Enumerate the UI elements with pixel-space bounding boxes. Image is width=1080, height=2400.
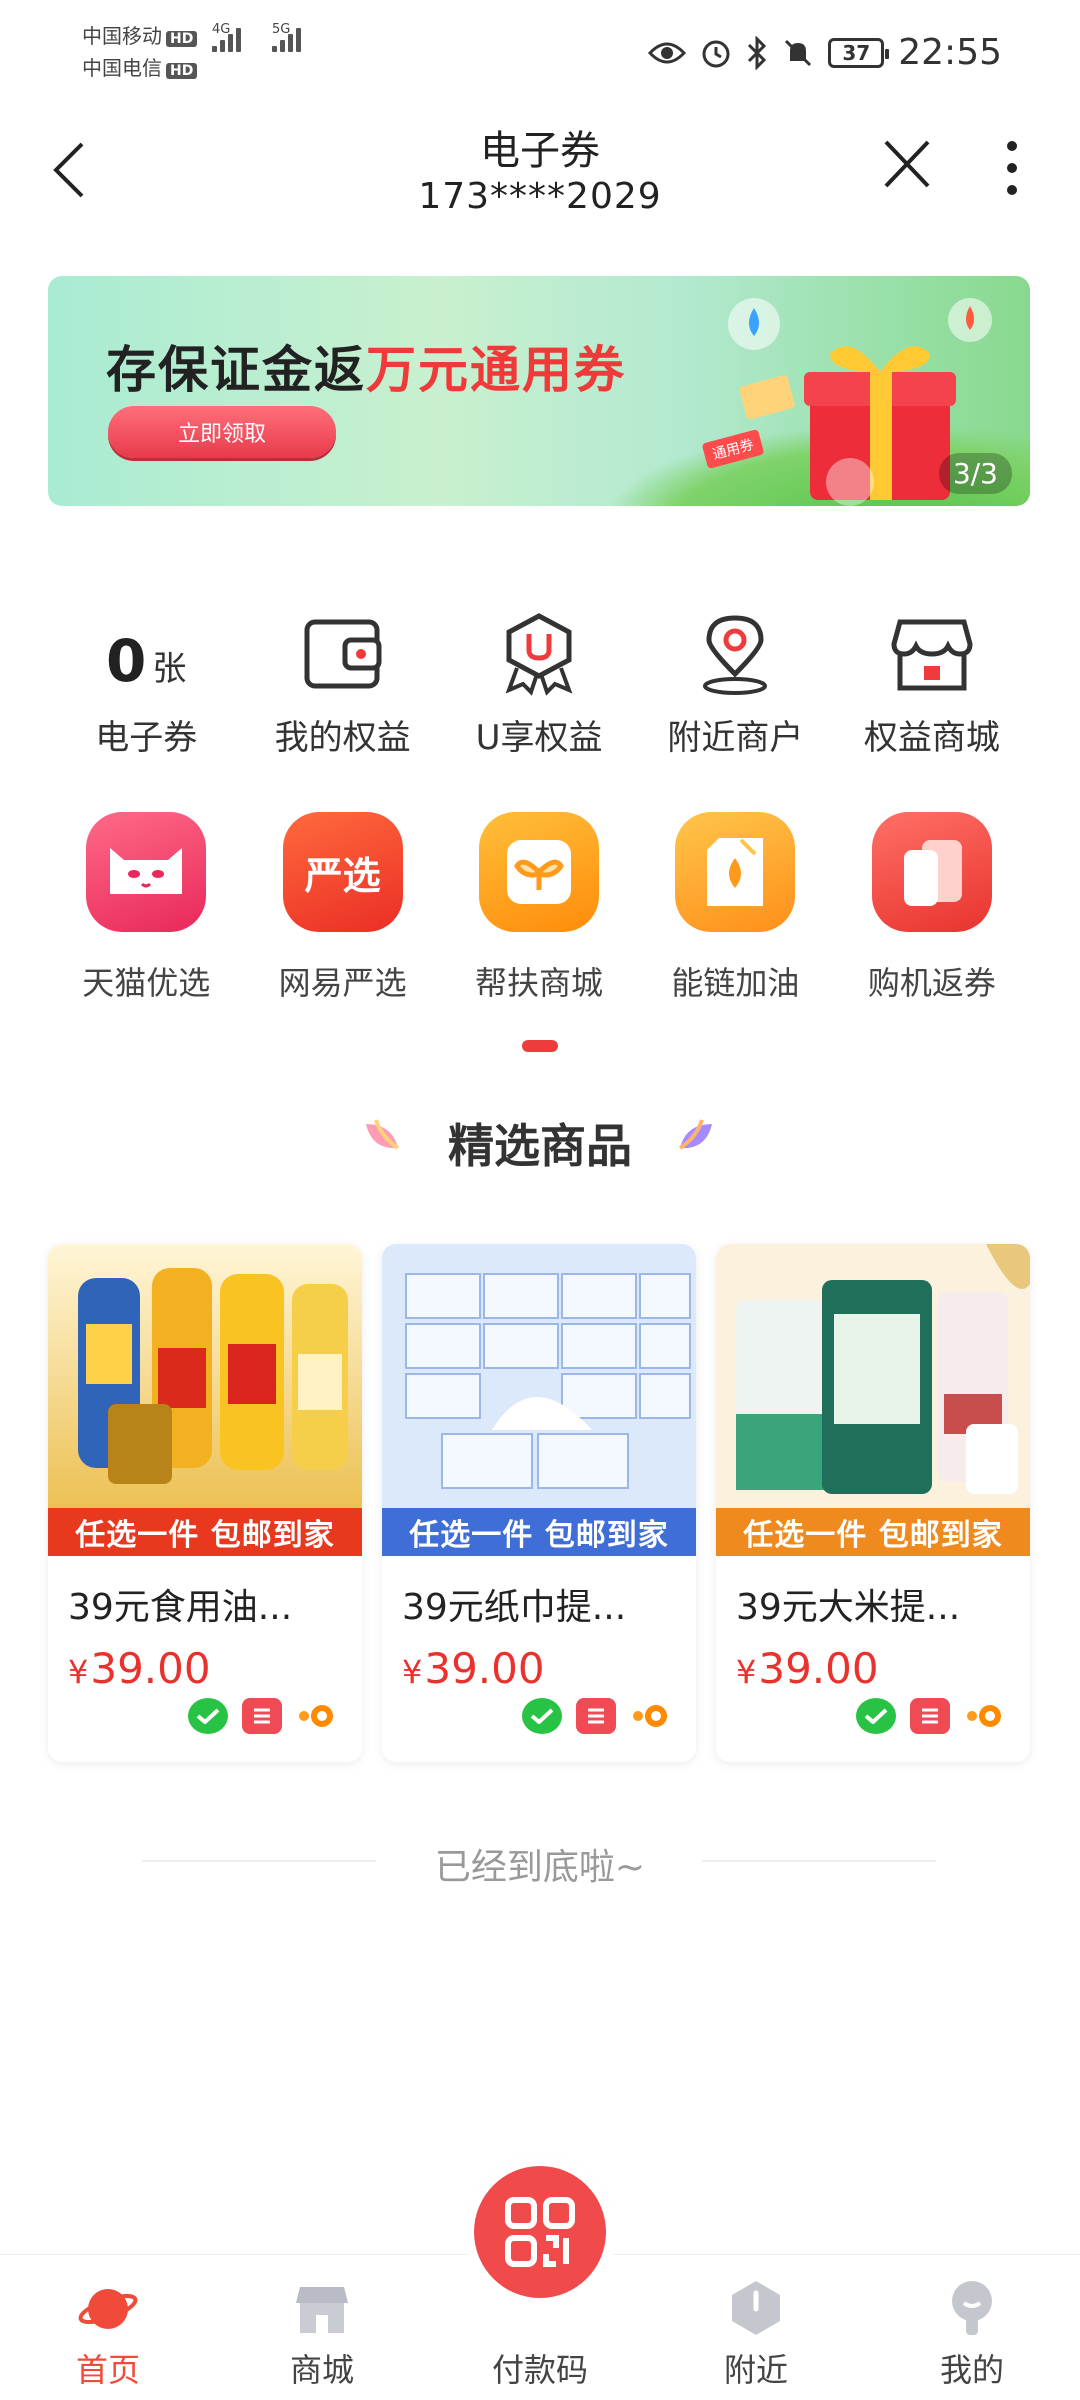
status-icons: 37 22:55 — [648, 32, 1002, 73]
wechat-pay-icon — [856, 1698, 896, 1734]
app-label: 能链加油 — [671, 964, 800, 1002]
product-tag: 任选一件 包邮到家 — [48, 1508, 362, 1556]
wechat-pay-icon — [188, 1698, 228, 1734]
phones-icon — [871, 812, 992, 932]
u-badge-icon — [505, 613, 573, 696]
network-type: 5G — [272, 22, 291, 37]
yanxuan-icon: 严选 — [282, 812, 403, 932]
product-price: ¥39.00 — [736, 1644, 879, 1693]
product-card[interactable]: 任选一件 包邮到家 39元纸巾提... ¥39.00 — [382, 1244, 696, 1762]
fuel-icon — [675, 812, 796, 932]
status-bar: 中国移动 HD 中国电信 HD 4G 5G 37 22:55 — [0, 0, 1080, 100]
points-icon — [964, 1698, 1004, 1734]
close-icon[interactable] — [882, 138, 932, 190]
product-card[interactable]: 任选一件 包邮到家 39元大米提... ¥39.00 — [716, 1244, 1030, 1762]
app-tmall[interactable]: 天猫优选 — [48, 812, 244, 1004]
network-type: 4G — [212, 22, 231, 37]
app-label: 网易严选 — [278, 964, 407, 1002]
nav-mall[interactable]: 商城 — [222, 2255, 422, 2391]
quick-entries: 0张 电子券 我的权益 U享权益 附近商户 权益商城 — [48, 612, 1030, 759]
product-name: 39元大米提... — [736, 1587, 961, 1628]
tmall-icon — [86, 812, 207, 932]
alarm-icon — [702, 40, 730, 67]
entry-u-benefits[interactable]: U享权益 — [441, 612, 637, 759]
partner-apps: 天猫优选 严选 网易严选 帮扶商城 能链加油 购机返券 — [48, 812, 1030, 1004]
coupon-count: 0张 — [106, 627, 187, 695]
entry-label: 附近商户 — [667, 718, 804, 758]
nav-mine[interactable]: 我的 — [872, 2255, 1072, 2391]
product-tag: 任选一件 包邮到家 — [382, 1508, 696, 1556]
planet-icon — [78, 2289, 138, 2329]
app-label: 帮扶商城 — [475, 964, 604, 1002]
bubble-icon — [728, 298, 780, 350]
page-indicator — [522, 1040, 558, 1052]
clock: 22:55 — [898, 32, 1002, 73]
divider — [702, 1860, 936, 1862]
promo-banner[interactable]: 存保证金返万元通用券 立即领取 通用券 3/3 — [48, 276, 1030, 506]
wechat-pay-icon — [522, 1698, 562, 1734]
more-menu-icon[interactable] — [1000, 138, 1024, 198]
entry-my-benefits[interactable]: 我的权益 — [244, 612, 440, 759]
section-title: 精选商品 — [448, 1119, 632, 1173]
end-of-list-text: 已经到底啦~ — [434, 1847, 646, 1888]
wallet-icon — [304, 619, 382, 689]
union-pay-icon — [242, 1698, 282, 1734]
banner-title: 存保证金返万元通用券 — [106, 341, 626, 399]
carrier-2: 中国电信 HD — [82, 58, 198, 79]
store-icon — [296, 2287, 348, 2333]
location-pin-icon — [703, 615, 768, 695]
nav-label: 我的 — [939, 2351, 1004, 2389]
user-icon — [952, 2281, 992, 2335]
entry-nearby-merchants[interactable]: 附近商户 — [637, 612, 833, 759]
product-tag: 任选一件 包邮到家 — [716, 1508, 1030, 1556]
app-label: 购机返券 — [867, 964, 996, 1002]
nav-label: 商城 — [289, 2351, 354, 2389]
entry-label: 权益商城 — [863, 718, 1000, 758]
app-support-mall[interactable]: 帮扶商城 — [441, 812, 637, 1004]
app-yanxuan[interactable]: 严选 网易严选 — [244, 812, 440, 1004]
product-name: 39元纸巾提... — [402, 1587, 627, 1628]
app-fuel[interactable]: 能链加油 — [637, 812, 833, 1004]
product-name: 39元食用油... — [68, 1587, 293, 1628]
entry-label: U享权益 — [475, 718, 603, 758]
nav-label: 首页 — [75, 2351, 140, 2389]
eye-icon — [648, 42, 687, 63]
battery-icon: 37 — [828, 37, 890, 68]
entry-label: 电子券 — [95, 718, 198, 758]
nav-label: 付款码 — [491, 2351, 588, 2389]
bluetooth-icon — [748, 35, 767, 70]
banner-pager: 3/3 — [938, 453, 1012, 494]
pay-code-button[interactable] — [474, 2166, 606, 2298]
product-card[interactable]: 任选一件 包邮到家 39元食用油... ¥39.00 — [48, 1244, 362, 1762]
union-pay-icon — [910, 1698, 950, 1734]
carrier-1: 中国移动 HD — [82, 26, 198, 47]
points-icon — [630, 1698, 670, 1734]
mute-icon — [785, 39, 812, 66]
qr-code-icon — [505, 2197, 575, 2267]
union-pay-icon — [576, 1698, 616, 1734]
nav-nearby[interactable]: 附近 — [656, 2255, 856, 2391]
leaf-decoration-icon — [678, 1119, 712, 1150]
store-icon — [891, 619, 973, 691]
nav-home[interactable]: 首页 — [8, 2255, 208, 2391]
entry-label: 我的权益 — [274, 718, 411, 758]
compass-icon — [732, 2281, 780, 2335]
nav-label: 附近 — [723, 2351, 788, 2389]
entry-coupons[interactable]: 0张 电子券 — [48, 612, 244, 759]
payment-methods — [188, 1698, 336, 1734]
payment-methods — [522, 1698, 670, 1734]
entry-benefit-mall[interactable]: 权益商城 — [834, 612, 1030, 759]
claim-button[interactable]: 立即领取 — [108, 406, 336, 458]
product-price: ¥39.00 — [68, 1644, 211, 1693]
points-icon — [296, 1698, 336, 1734]
app-phone-rebate[interactable]: 购机返券 — [834, 812, 1030, 1004]
product-price: ¥39.00 — [402, 1644, 545, 1693]
sprout-icon — [479, 812, 600, 932]
payment-methods — [856, 1698, 1004, 1734]
app-label: 天猫优选 — [82, 964, 211, 1002]
coupon-icon — [739, 375, 795, 420]
